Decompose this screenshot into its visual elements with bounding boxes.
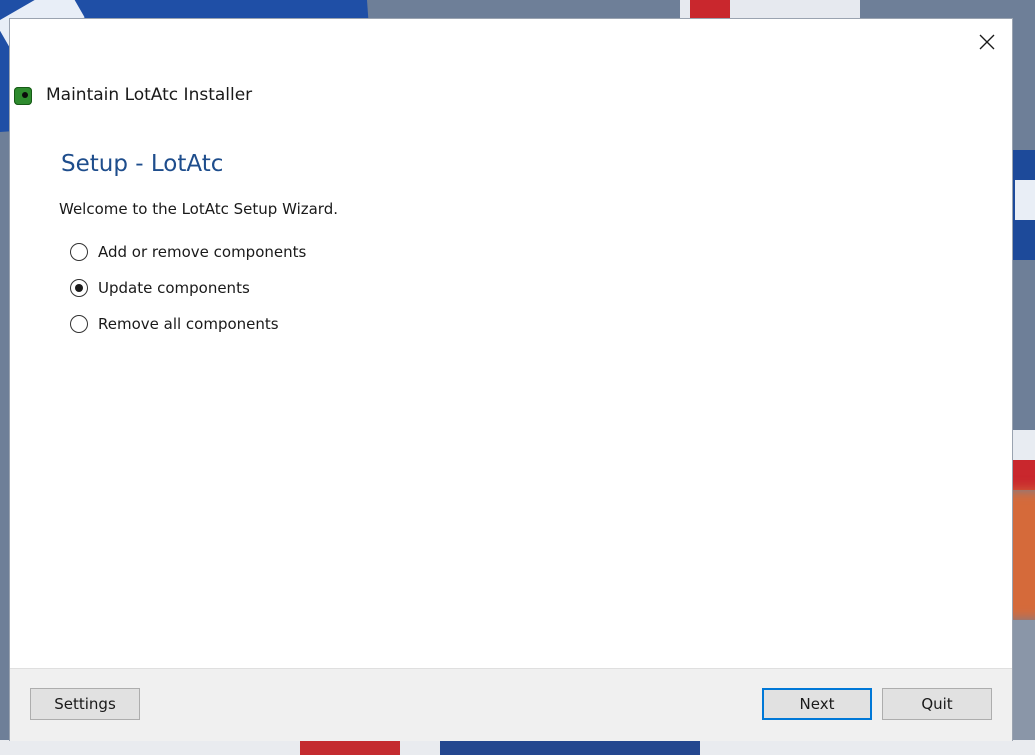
radio-button[interactable]: [70, 279, 88, 297]
wizard-footer: Settings Next Quit: [10, 668, 1012, 741]
option-update-components[interactable]: Update components: [70, 276, 250, 300]
close-button[interactable]: [972, 27, 1002, 57]
settings-button[interactable]: Settings: [30, 688, 140, 720]
option-label: Update components: [98, 279, 250, 297]
page-title: Setup - LotAtc: [61, 151, 224, 177]
welcome-text: Welcome to the LotAtc Setup Wizard.: [59, 200, 338, 218]
close-icon: [979, 34, 995, 50]
option-remove-all-components[interactable]: Remove all components: [70, 312, 279, 336]
option-label: Add or remove components: [98, 243, 307, 261]
radio-button[interactable]: [70, 315, 88, 333]
installer-window: Maintain LotAtc Installer Setup - LotAtc…: [10, 19, 1012, 741]
option-label: Remove all components: [98, 315, 279, 333]
option-add-remove-components[interactable]: Add or remove components: [70, 240, 306, 264]
wallpaper-shape: [1015, 180, 1035, 220]
radio-button[interactable]: [70, 243, 88, 261]
next-button[interactable]: Next: [762, 688, 872, 720]
quit-button[interactable]: Quit: [882, 688, 992, 720]
lotatc-app-icon: [14, 87, 32, 105]
window-title: Maintain LotAtc Installer: [46, 85, 253, 105]
